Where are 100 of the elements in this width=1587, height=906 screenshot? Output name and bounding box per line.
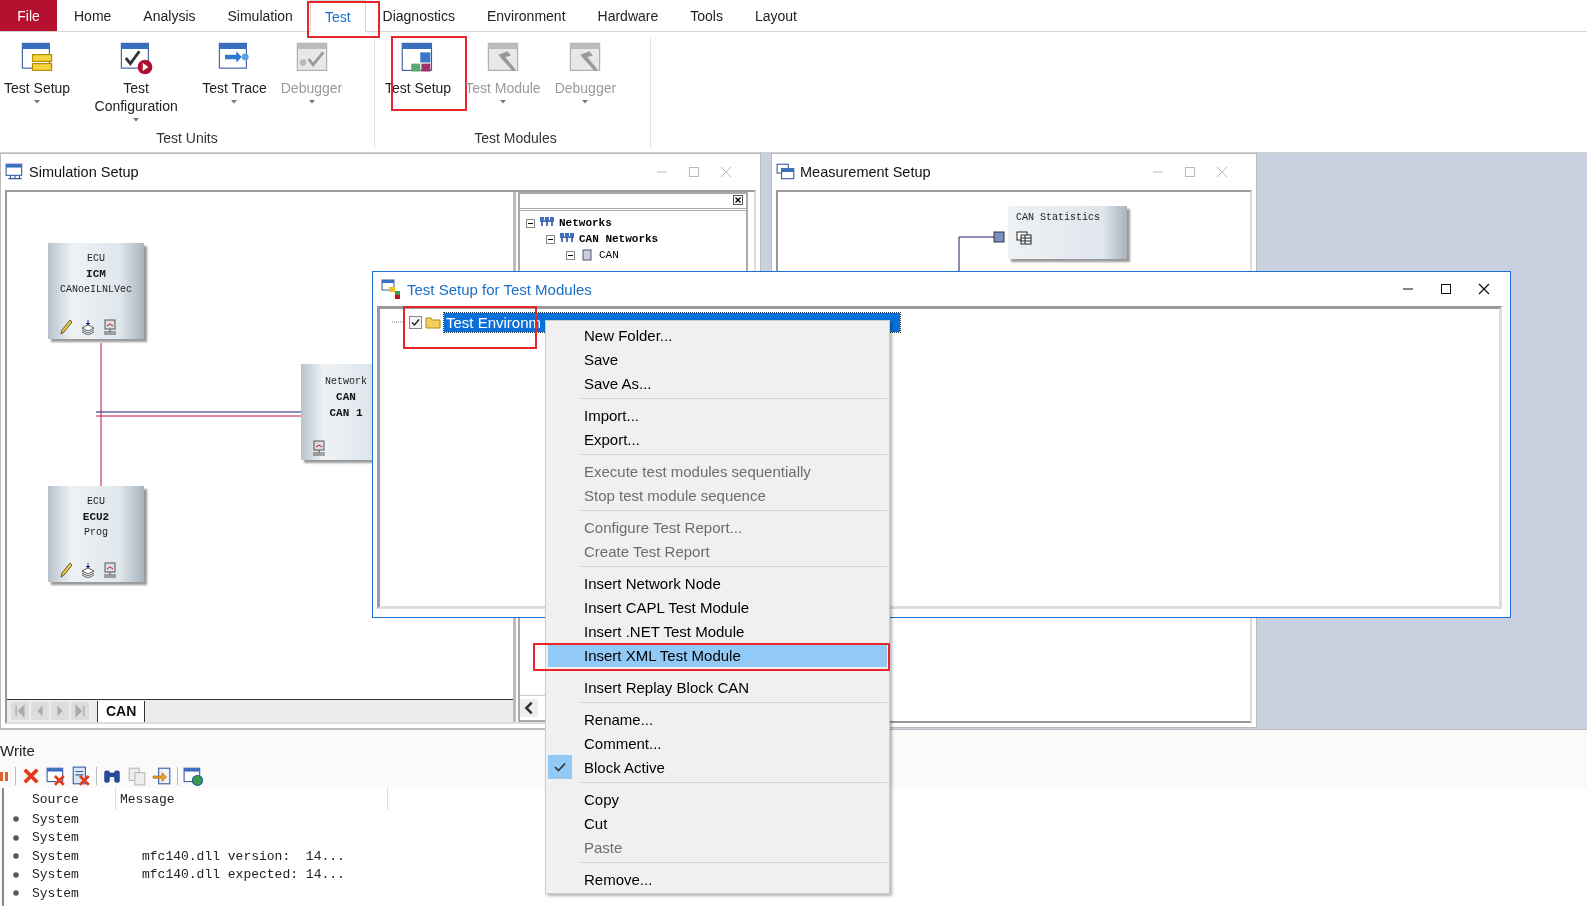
- folder-icon: [425, 315, 441, 329]
- monitor-icon[interactable]: [102, 562, 118, 578]
- ribbon-tab[interactable]: File: [0, 0, 57, 31]
- window-delete-icon[interactable]: [46, 766, 66, 786]
- menu-item[interactable]: Import...: [548, 403, 887, 427]
- ribbon-tab[interactable]: Tools: [675, 0, 738, 31]
- ribbon-tab[interactable]: Environment: [471, 0, 581, 31]
- ribbon-tab[interactable]: Home: [59, 0, 127, 31]
- node-detail: CANoeILNLVec: [60, 284, 132, 295]
- menu-item[interactable]: Insert Replay Block CAN: [548, 675, 887, 699]
- menu-item[interactable]: Export...: [548, 427, 887, 451]
- table-cell-text: System: [31, 867, 80, 883]
- menu-item[interactable]: New Folder...: [548, 323, 887, 347]
- expander-icon[interactable]: [546, 234, 555, 244]
- monitor-icon[interactable]: [102, 319, 118, 335]
- checkmark-icon: [548, 755, 572, 779]
- caret-icon: [231, 100, 238, 104]
- network-name: CAN 1: [329, 407, 363, 419]
- stack-icon[interactable]: [80, 319, 96, 335]
- pencil-icon[interactable]: [58, 562, 74, 578]
- node-detail: Prog: [84, 527, 108, 538]
- ribbon-tab[interactable]: Test: [309, 0, 366, 32]
- block-label: CAN Statistics: [1016, 212, 1100, 223]
- group-label: Test Units: [155, 130, 219, 148]
- ribbon-tab[interactable]: Hardware: [582, 0, 674, 31]
- node-name: ICM: [86, 268, 106, 280]
- column-header[interactable]: Source: [28, 788, 116, 810]
- close-icon[interactable]: [733, 195, 743, 205]
- menu-item[interactable]: Save: [548, 347, 887, 371]
- ribbon-tab[interactable]: Diagnostics: [367, 0, 470, 31]
- ribbon-button[interactable]: Test Trace: [198, 38, 271, 106]
- chevron-left-icon[interactable]: [520, 699, 538, 717]
- window-title: Simulation Setup: [29, 164, 139, 180]
- windows-icon: [776, 163, 796, 181]
- document-delete-icon[interactable]: [71, 766, 91, 786]
- table-cell-text: mfc140.dll version: 14...: [141, 848, 345, 864]
- menu-item[interactable]: Insert Network Node: [548, 571, 887, 595]
- checkbox[interactable]: [409, 315, 422, 329]
- monitor-icon[interactable]: [311, 440, 327, 456]
- windows-icon: [381, 279, 401, 299]
- globe-window-icon[interactable]: [183, 766, 203, 786]
- table-window-icon: [1016, 231, 1032, 245]
- column-header[interactable]: Message: [116, 788, 388, 810]
- table-cell-text: System: [31, 811, 80, 827]
- caret-icon: [582, 100, 589, 104]
- network-bus: CAN: [336, 391, 356, 403]
- delete-icon[interactable]: [21, 766, 41, 786]
- menu-item[interactable]: Copy: [548, 787, 887, 811]
- table-cell-text: System: [31, 885, 80, 901]
- network-icon: [559, 233, 575, 245]
- bullet-icon: [12, 815, 20, 824]
- expander-icon[interactable]: [566, 250, 575, 260]
- stack-icon[interactable]: [80, 562, 96, 578]
- menu-item[interactable]: Rename...: [548, 707, 887, 731]
- menu-item[interactable]: Block Active: [548, 755, 887, 779]
- table-cell-text: System: [31, 848, 80, 864]
- tree-item[interactable]: CAN: [599, 249, 619, 261]
- pencil-icon[interactable]: [58, 319, 74, 335]
- checkmark-window-icon: [118, 40, 155, 76]
- panel-title: Write: [0, 741, 35, 758]
- bullet-icon: [12, 889, 20, 898]
- network-icon: [539, 217, 555, 229]
- tree-connector-icon: [392, 320, 406, 324]
- caret-icon: [34, 100, 41, 104]
- ribbon-tab[interactable]: Simulation: [212, 0, 308, 31]
- bullet-icon: [12, 833, 20, 842]
- ribbon-tab[interactable]: Layout: [739, 0, 812, 31]
- ecu-block[interactable]: ECU ECU2 Prog: [48, 486, 144, 582]
- node-type: ECU: [87, 496, 105, 507]
- expander-icon[interactable]: [526, 218, 535, 228]
- import-icon[interactable]: [152, 766, 172, 786]
- menu-item[interactable]: Cut: [548, 811, 887, 835]
- window-title: Measurement Setup: [800, 164, 931, 180]
- statistics-block[interactable]: CAN Statistics: [1008, 206, 1127, 259]
- caret-icon: [133, 118, 140, 122]
- maximize-icon[interactable]: [1440, 283, 1452, 295]
- ribbon-tab[interactable]: Analysis: [128, 0, 211, 31]
- bullet-icon: [12, 852, 20, 861]
- bus-tab[interactable]: CAN: [97, 700, 146, 722]
- table-cell-text: System: [31, 830, 80, 846]
- close-icon[interactable]: [1478, 283, 1490, 295]
- menu-item[interactable]: Comment...: [548, 731, 887, 755]
- node-icon: [579, 249, 595, 261]
- menu-item[interactable]: Insert CAPL Test Module: [548, 595, 887, 619]
- network-window-icon: [5, 163, 25, 181]
- menu-item[interactable]: Save As...: [548, 371, 887, 395]
- group-label: Test Modules: [473, 130, 558, 148]
- ecu-block[interactable]: ECU ICM CANoeILNLVec: [48, 243, 144, 339]
- node-type: ECU: [87, 253, 105, 264]
- node-name: ECU2: [82, 511, 110, 523]
- caret-icon: [499, 100, 506, 104]
- table-cell-text: mfc140.dll expected: 14...: [141, 867, 345, 883]
- tree-item[interactable]: Networks: [559, 217, 612, 229]
- menu-item[interactable]: Insert .NET Test Module: [548, 619, 887, 643]
- menu-item[interactable]: Insert XML Test Module: [548, 643, 887, 667]
- ribbon-button[interactable]: Test Configuration: [80, 38, 193, 124]
- caret-icon: [308, 100, 315, 104]
- ribbon-button[interactable]: Test Setup: [0, 38, 75, 106]
- tree-item[interactable]: CAN Networks: [579, 233, 659, 245]
- menu-item[interactable]: Remove...: [548, 867, 887, 891]
